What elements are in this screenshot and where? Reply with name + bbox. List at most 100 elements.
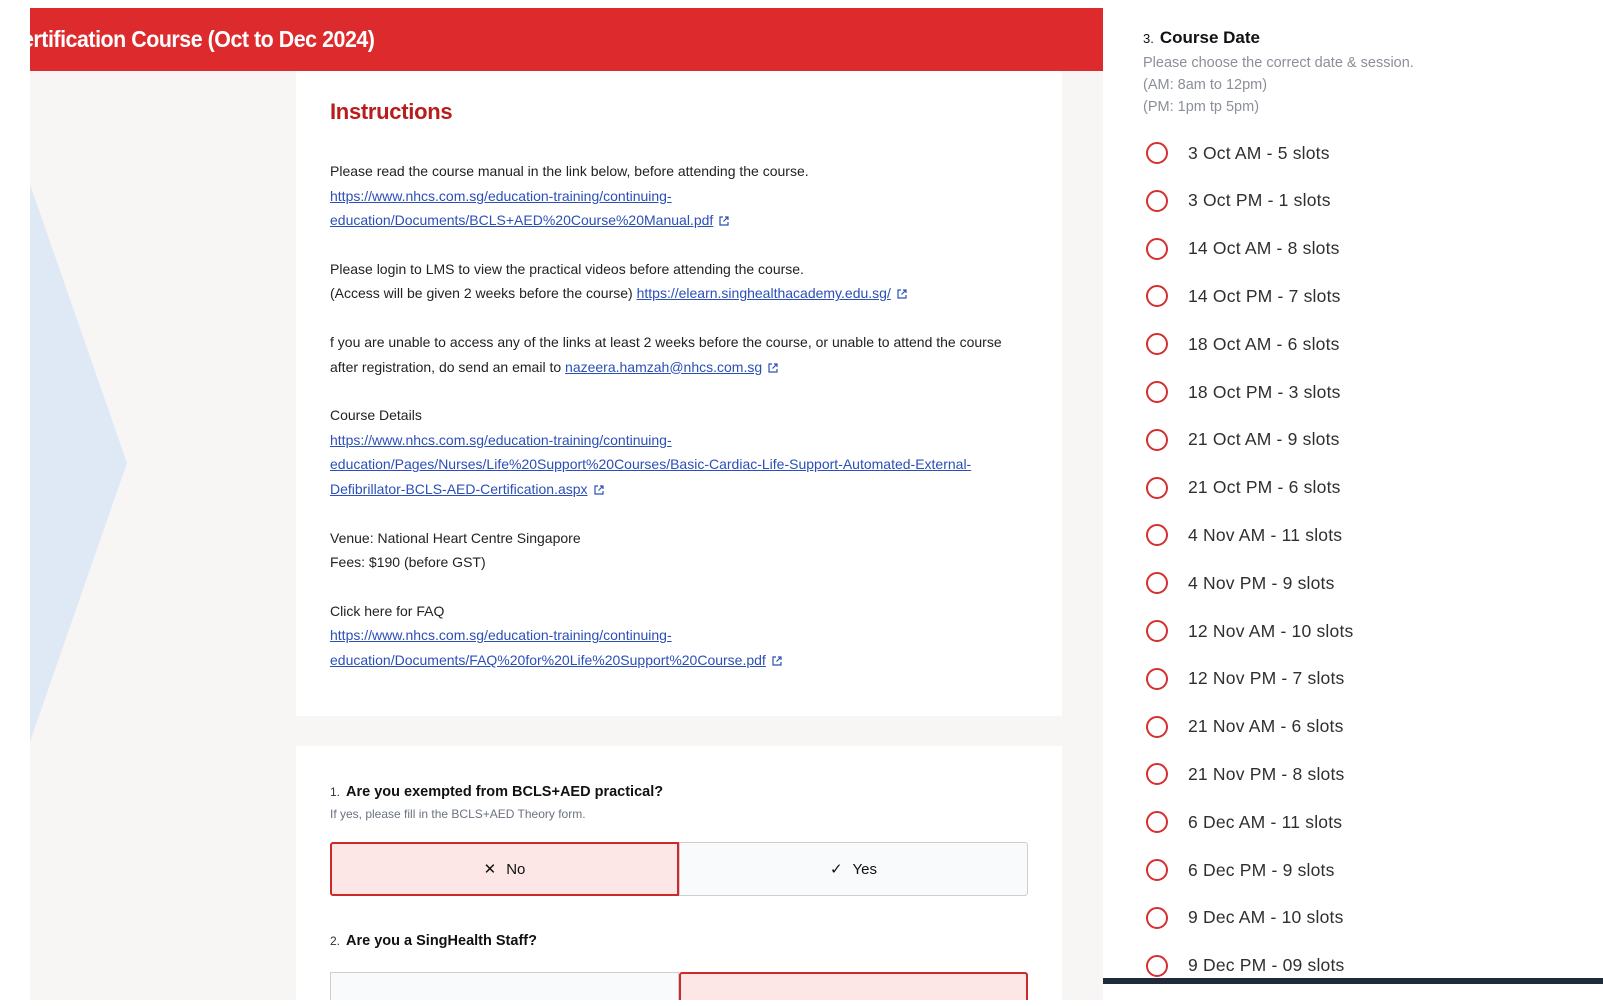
radio-button-icon[interactable]	[1146, 763, 1168, 786]
course-date-option-label: 3 Oct PM - 1 slots	[1188, 190, 1331, 211]
course-date-option[interactable]: 21 Oct PM - 6 slots	[1146, 473, 1341, 503]
radio-button-icon[interactable]	[1146, 859, 1168, 881]
radio-button-icon[interactable]	[1146, 285, 1168, 308]
lms-access-text: (Access will be given 2 weeks before the…	[330, 285, 633, 302]
contact-email-link[interactable]: nazeera.hamzah@nhcs.com.sg	[565, 359, 762, 375]
form-header-bar: ertification Course (Oct to Dec 2024)	[30, 8, 1105, 71]
question-2-option-right[interactable]	[679, 972, 1028, 1000]
course-date-option[interactable]: 9 Dec AM - 10 slots	[1146, 903, 1344, 933]
course-date-option[interactable]: 14 Oct AM - 8 slots	[1146, 234, 1340, 264]
radio-button-icon[interactable]	[1146, 524, 1168, 547]
external-link-icon	[772, 656, 782, 666]
course-date-option[interactable]: 12 Nov PM - 7 slots	[1146, 664, 1345, 694]
question-2-title: 2. Are you a SingHealth Staff?	[330, 933, 537, 949]
background-chevron-shape	[30, 184, 127, 742]
course-date-option[interactable]: 4 Nov PM - 9 slots	[1146, 568, 1335, 598]
instructions-body: Please read the course manual in the lin…	[330, 159, 1030, 697]
course-date-option-label: 12 Nov AM - 10 slots	[1188, 620, 1354, 641]
course-date-option-label: 9 Dec PM - 09 slots	[1188, 955, 1345, 976]
check-icon: ✓	[829, 861, 843, 878]
radio-button-icon[interactable]	[1146, 381, 1168, 403]
course-date-option-label: 18 Oct PM - 3 slots	[1188, 381, 1341, 402]
course-date-option[interactable]: 3 Oct AM - 5 slots	[1146, 138, 1330, 168]
question-3-help: Please choose the correct date & session…	[1143, 52, 1414, 118]
question-3-title: 3. Course Date	[1143, 28, 1260, 48]
option-no-button[interactable]: ✕ No	[330, 842, 679, 896]
course-date-option[interactable]: 21 Oct AM - 9 slots	[1146, 425, 1340, 455]
course-date-option-label: 3 Oct AM - 5 slots	[1188, 142, 1330, 163]
course-date-option[interactable]: 18 Oct PM - 3 slots	[1146, 377, 1341, 407]
radio-button-icon[interactable]	[1146, 906, 1168, 929]
external-link-icon	[719, 216, 729, 226]
question-3-number: 3.	[1143, 31, 1154, 46]
lms-link[interactable]: https://elearn.singhealthacademy.edu.sg/	[637, 285, 891, 301]
course-details-link[interactable]: https://www.nhcs.com.sg/education-traini…	[330, 432, 971, 497]
radio-button-icon[interactable]	[1146, 572, 1168, 595]
course-date-option-label: 14 Oct PM - 7 slots	[1188, 285, 1341, 306]
radio-button-icon[interactable]	[1146, 428, 1168, 451]
question-2-text: Are you a SingHealth Staff?	[346, 933, 537, 949]
course-date-option[interactable]: 4 Nov AM - 11 slots	[1146, 520, 1342, 550]
form-title: ertification Course (Oct to Dec 2024)	[30, 26, 375, 52]
question-2-option-left[interactable]	[330, 972, 679, 1000]
question-1-title: 1. Are you exempted from BCLS+AED practic…	[330, 784, 663, 800]
instructions-card: Instructions Please read the course manu…	[296, 71, 1062, 716]
lms-text: Please login to LMS to view the practica…	[330, 260, 804, 277]
faq-heading: Click here for FAQ	[330, 602, 445, 619]
course-date-option-label: 9 Dec AM - 10 slots	[1188, 907, 1344, 928]
radio-button-icon[interactable]	[1146, 142, 1168, 164]
question-3-help-line-2: (AM: 8am to 12pm)	[1143, 77, 1268, 93]
radio-button-icon[interactable]	[1146, 811, 1168, 834]
radio-button-icon[interactable]	[1146, 333, 1168, 356]
external-link-icon	[593, 485, 604, 495]
radio-button-icon[interactable]	[1146, 476, 1168, 499]
question-3-help-line-1: Please choose the correct date & session…	[1143, 55, 1414, 71]
manual-text: Please read the course manual in the lin…	[330, 163, 809, 179]
radio-button-icon[interactable]	[1146, 715, 1168, 738]
course-date-option-label: 21 Oct PM - 6 slots	[1188, 477, 1341, 498]
radio-button-icon[interactable]	[1146, 237, 1168, 260]
form-preview-panel: ertification Course (Oct to Dec 2024) In…	[30, 8, 1105, 1000]
course-date-option-label: 21 Oct AM - 9 slots	[1188, 429, 1340, 450]
venue-text: Venue: National Heart Centre Singapore	[330, 529, 581, 546]
course-date-option-label: 18 Oct AM - 6 slots	[1188, 333, 1340, 354]
x-icon: ✕	[483, 861, 497, 878]
course-date-option-label: 14 Oct AM - 8 slots	[1188, 238, 1340, 259]
faq-link[interactable]: https://www.nhcs.com.sg/education-traini…	[330, 627, 766, 668]
course-date-option[interactable]: 18 Oct AM - 6 slots	[1146, 329, 1340, 359]
option-yes-button[interactable]: ✓ Yes	[679, 842, 1028, 896]
course-date-option[interactable]: 21 Nov AM - 6 slots	[1146, 712, 1344, 742]
question-1-help: If yes, please fill in the BCLS+AED Theo…	[330, 807, 586, 821]
radio-button-icon[interactable]	[1146, 667, 1168, 690]
course-date-panel: 3. Course Date Please choose the correct …	[1103, 0, 1603, 1006]
course-date-option[interactable]: 9 Dec PM - 09 slots	[1146, 951, 1345, 981]
option-yes-label: Yes	[852, 860, 878, 878]
radio-button-icon[interactable]	[1146, 189, 1168, 212]
external-link-icon	[897, 289, 907, 299]
radio-button-icon[interactable]	[1146, 620, 1168, 642]
course-date-option[interactable]: 21 Nov PM - 8 slots	[1146, 759, 1345, 789]
course-date-option[interactable]: 6 Dec AM - 11 slots	[1146, 807, 1342, 837]
course-date-option[interactable]: 14 Oct PM - 7 slots	[1146, 281, 1341, 311]
question-1-text: Are you exempted from BCLS+AED practical…	[346, 784, 664, 800]
radio-button-icon[interactable]	[1146, 954, 1168, 977]
course-date-option-label: 6 Dec PM - 9 slots	[1188, 859, 1335, 880]
course-date-option[interactable]: 6 Dec PM - 9 slots	[1146, 855, 1335, 885]
manual-link[interactable]: https://www.nhcs.com.sg/education-traini…	[330, 188, 713, 229]
course-date-option-label: 4 Nov PM - 9 slots	[1188, 572, 1335, 593]
course-date-option-label: 4 Nov AM - 11 slots	[1188, 524, 1343, 545]
instructions-title: Instructions	[330, 99, 453, 124]
course-date-option-label: 6 Dec AM - 11 slots	[1188, 811, 1343, 832]
question-2-number: 2.	[330, 934, 341, 948]
questions-card: 1. Are you exempted from BCLS+AED practic…	[296, 746, 1062, 1000]
fees-text: Fees: $190 (before GST)	[330, 554, 486, 571]
question-3-text: Course Date	[1159, 28, 1260, 47]
course-date-option-label: 21 Nov PM - 8 slots	[1188, 763, 1345, 784]
course-date-option-label: 21 Nov AM - 6 slots	[1188, 716, 1344, 737]
external-link-icon	[768, 362, 778, 373]
course-date-option[interactable]: 3 Oct PM - 1 slots	[1146, 186, 1331, 216]
question-3-help-line-3: (PM: 1pm tp 5pm)	[1143, 99, 1260, 115]
bottom-edge-bar	[1103, 978, 1603, 984]
course-date-option[interactable]: 12 Nov AM - 10 slots	[1146, 616, 1353, 646]
option-no-label: No	[506, 860, 526, 878]
